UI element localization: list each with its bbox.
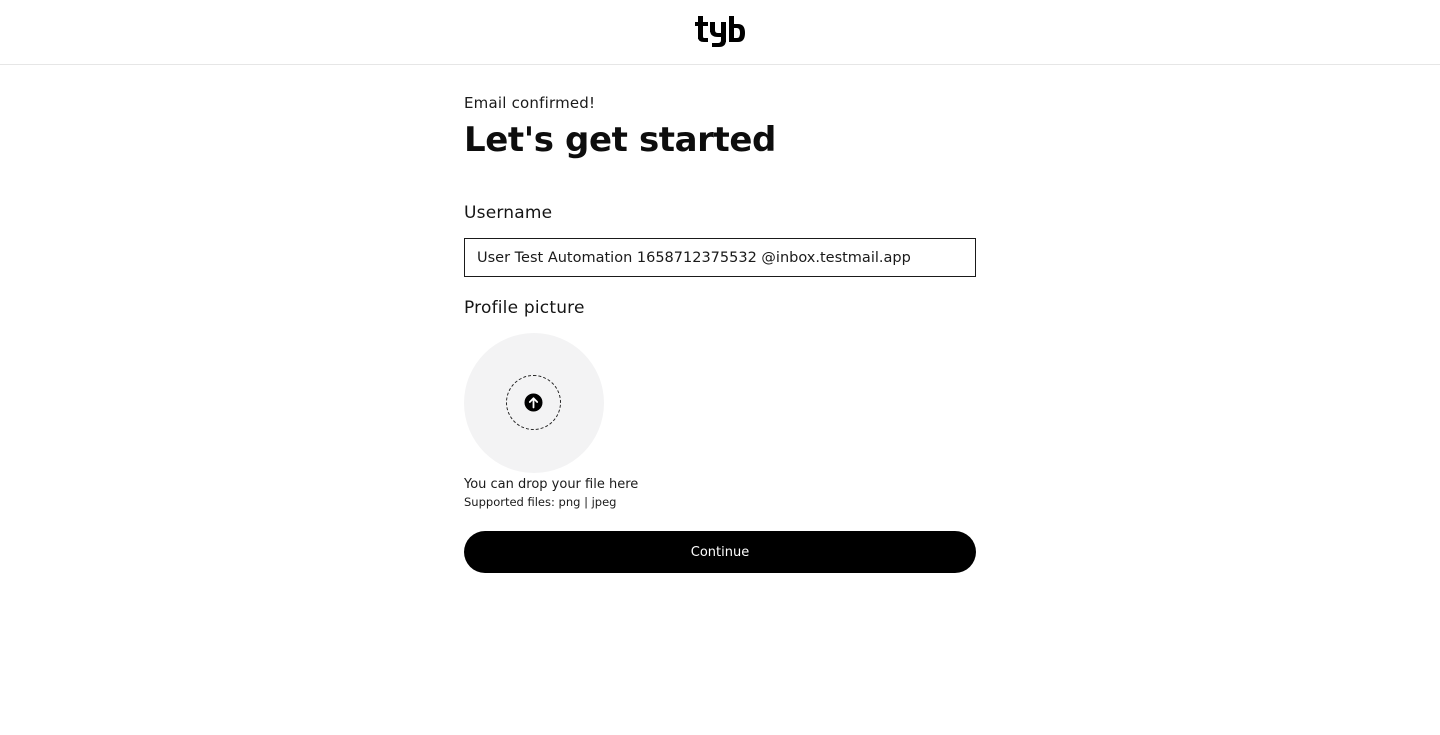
profile-picture-label: Profile picture (464, 298, 585, 318)
tyb-logo[interactable] (695, 15, 745, 49)
profile-picture-dropzone[interactable] (464, 333, 604, 473)
username-label: Username (464, 203, 553, 223)
page-title: Let's get started (464, 120, 776, 160)
email-confirmed-text: Email confirmed! (464, 94, 596, 112)
upload-button[interactable] (506, 375, 561, 430)
continue-button[interactable]: Continue (464, 531, 976, 573)
top-bar (0, 0, 1440, 65)
drop-hint-text: You can drop your file here (464, 477, 639, 492)
supported-files-text: Supported files: png | jpeg (464, 495, 617, 509)
arrow-up-circle-icon (524, 393, 543, 412)
username-input[interactable] (464, 238, 976, 277)
